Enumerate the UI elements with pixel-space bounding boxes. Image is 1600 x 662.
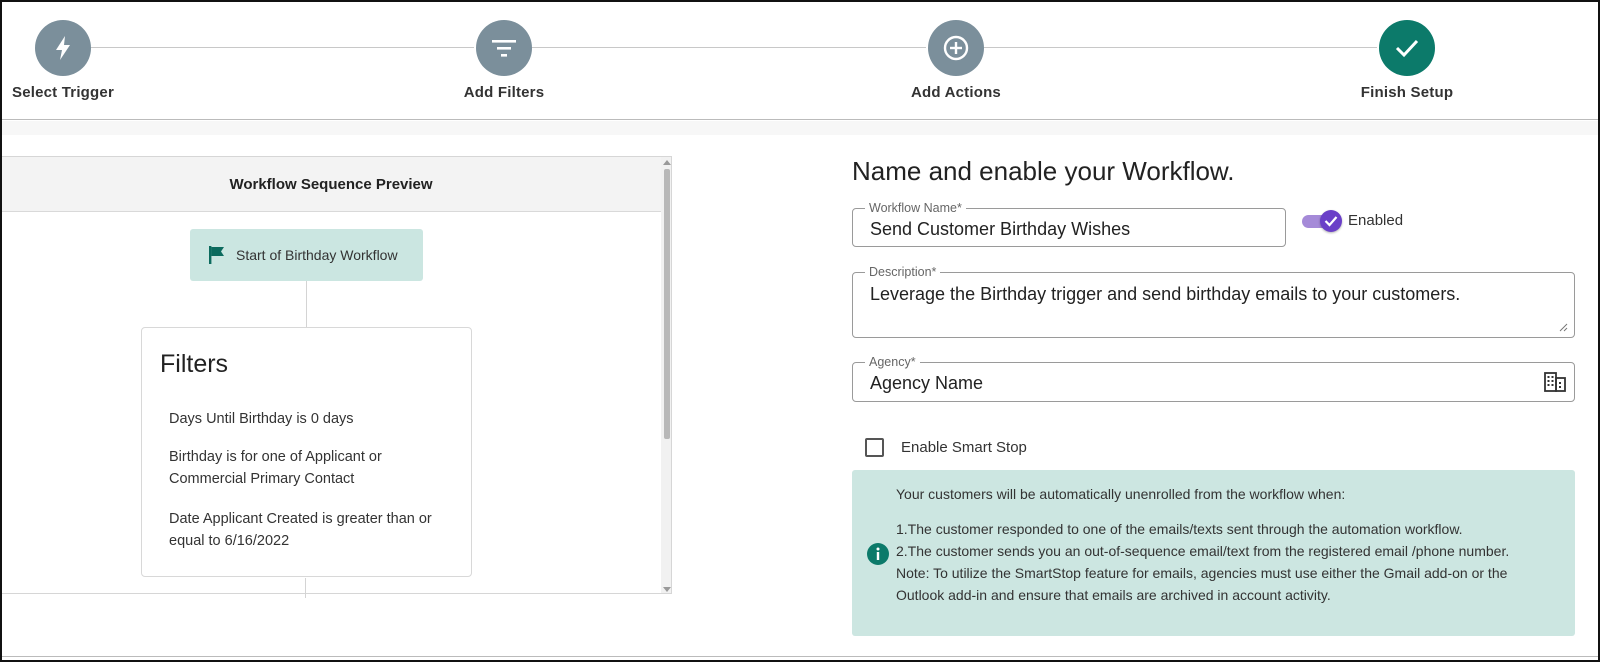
step-finish-setup[interactable]: Finish Setup — [1317, 20, 1497, 101]
plus-circle-icon — [943, 35, 969, 61]
step-label: Add Actions — [911, 84, 1001, 101]
description-textarea[interactable]: Leverage the Birthday trigger and send b… — [870, 284, 1460, 305]
scroll-thumb[interactable] — [664, 169, 670, 439]
bolt-icon — [56, 36, 70, 60]
section-divider — [2, 121, 1598, 135]
start-node-label: Start of Birthday Workflow — [236, 247, 398, 263]
info-line: Outlook add-in and ensure that emails ar… — [896, 587, 1331, 603]
flow-connector — [305, 578, 306, 598]
step-label: Add Filters — [463, 84, 545, 101]
agency-select[interactable]: Agency Name — [870, 373, 983, 394]
step-label: Select Trigger — [11, 84, 114, 101]
filter-icon — [492, 40, 516, 57]
filters-title: Filters — [160, 350, 229, 378]
info-line: 1.The customer responded to one of the e… — [896, 521, 1463, 537]
step-circle — [35, 20, 91, 76]
enabled-toggle[interactable] — [1302, 210, 1344, 232]
flag-icon — [208, 245, 226, 265]
check-icon — [1395, 39, 1419, 58]
scroll-down-arrow[interactable] — [663, 587, 671, 592]
smart-stop-label[interactable]: Enable Smart Stop — [901, 439, 1027, 456]
info-line: Note: To utilize the SmartStop feature f… — [896, 565, 1508, 581]
workflow-name-input[interactable]: Send Customer Birthday Wishes — [870, 219, 1130, 240]
agency-label: Agency* — [865, 355, 920, 369]
scroll-up-arrow[interactable] — [663, 160, 671, 165]
description-field[interactable]: Description* Leverage the Birthday trigg… — [852, 265, 1575, 338]
check-icon — [1324, 216, 1338, 227]
filter-item: Date Applicant Created is greater than o… — [169, 511, 432, 549]
step-add-actions[interactable]: Add Actions — [866, 20, 1046, 101]
step-select-trigger[interactable]: Select Trigger — [0, 20, 153, 101]
step-circle — [928, 20, 984, 76]
step-label: Finish Setup — [1360, 84, 1454, 101]
step-circle — [476, 20, 532, 76]
building-icon — [1544, 372, 1566, 392]
info-line: 2.The customer sends you an out-of-seque… — [896, 543, 1510, 559]
filter-item: Days Until Birthday is 0 days — [169, 411, 354, 427]
filter-item: Birthday is for one of Applicant or Comm… — [169, 449, 382, 487]
step-circle — [1379, 20, 1435, 76]
filters-card[interactable]: Filters Days Until Birthday is 0 days Bi… — [141, 327, 472, 577]
enabled-label: Enabled — [1348, 212, 1404, 229]
workflow-preview-panel: Workflow Sequence Preview Start of Birth… — [0, 156, 672, 594]
toggle-knob — [1320, 210, 1342, 232]
info-icon — [867, 543, 889, 565]
agency-field[interactable]: Agency* Agency Name — [852, 355, 1575, 402]
start-node[interactable]: Start of Birthday Workflow — [190, 229, 423, 281]
bottom-divider — [2, 656, 1598, 657]
step-add-filters[interactable]: Add Filters — [414, 20, 594, 101]
info-line: Your customers will be automatically une… — [896, 486, 1346, 502]
preview-scrollbar[interactable] — [661, 157, 671, 593]
workflow-stepper: Select Trigger Add Filters Add Actions F… — [0, 0, 1600, 120]
smart-stop-checkbox[interactable] — [865, 438, 884, 457]
workflow-name-label: Workflow Name* — [865, 201, 966, 215]
resize-grip-icon[interactable] — [1559, 323, 1568, 332]
smart-stop-info-box: Your customers will be automatically une… — [852, 470, 1575, 636]
form-title: Name and enable your Workflow. — [852, 156, 1235, 186]
workflow-name-field[interactable]: Workflow Name* Send Customer Birthday Wi… — [852, 201, 1286, 247]
description-label: Description* — [865, 265, 941, 279]
preview-title: Workflow Sequence Preview — [1, 157, 661, 212]
